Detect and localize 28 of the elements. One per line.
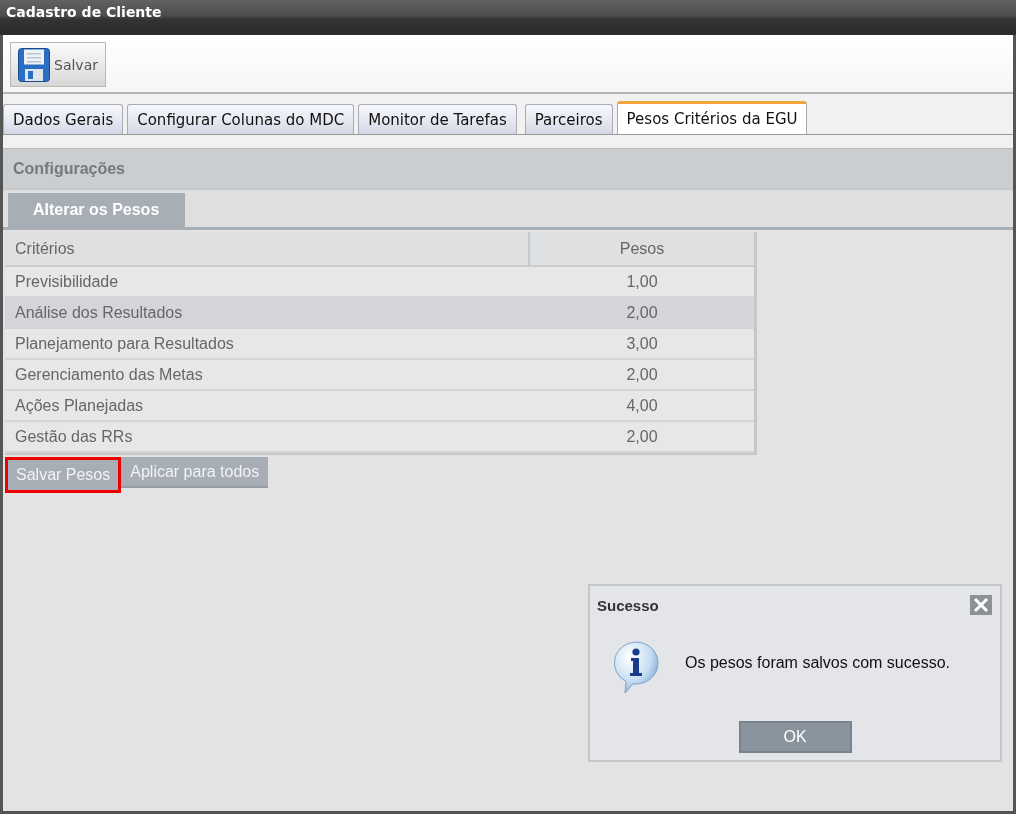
column-header: Critérios <box>5 232 530 265</box>
tab[interactable]: Configurar Colunas do MDC <box>127 104 355 134</box>
table-cell-text: Planejamento para Resultados <box>14 333 235 354</box>
table-cell-text: 1,00 <box>625 271 659 292</box>
table-cell-text: 3,00 <box>625 333 659 354</box>
tab[interactable]: Dados Gerais <box>3 104 124 134</box>
tab[interactable]: Parceiros <box>524 104 613 134</box>
ok-button[interactable]: OK <box>738 721 852 753</box>
table-cell-text: Gerenciamento das Metas <box>14 364 204 385</box>
table-cell-text: Análise dos Resultados <box>14 302 184 323</box>
table-cell-text: 4,00 <box>625 395 659 416</box>
dialog-title: Sucesso <box>597 596 659 614</box>
tab[interactable]: Pesos Critérios da EGU <box>616 101 808 134</box>
column-header: Pesos <box>618 238 666 259</box>
table-cell-text: Previsibilidade <box>14 271 120 292</box>
dialog-message: Os pesos foram salvos com sucesso. <box>685 654 950 672</box>
table-cell-text: 2,00 <box>625 426 659 447</box>
save-button[interactable]: Salvar <box>10 42 106 87</box>
info-icon <box>611 640 661 694</box>
panel-title: Configurações <box>13 160 125 178</box>
table-cell-text: 2,00 <box>625 302 659 323</box>
table-cell-text: 2,00 <box>625 364 659 385</box>
close-icon[interactable] <box>970 595 992 615</box>
tab[interactable]: Monitor de Tarefas <box>358 104 517 134</box>
window-title: Cadastro de Cliente <box>6 3 162 21</box>
table-cell-text: Gestão das RRs <box>14 426 134 447</box>
table-row[interactable]: Análise dos Resultados 2,00 <box>5 298 754 329</box>
table-cell-text: Ações Planejadas <box>14 395 145 416</box>
